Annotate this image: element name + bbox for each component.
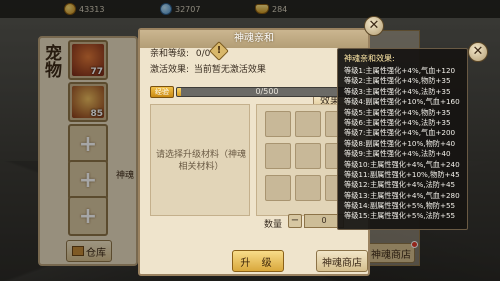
tooltip-line: 等级7:主属性强化+4%,气血+200: [344, 128, 456, 138]
tooltip-line: 等级10:主属性强化+4%,气血+240: [344, 159, 460, 169]
material-slot[interactable]: [265, 175, 291, 201]
material-slot[interactable]: [295, 143, 321, 169]
tooltip-line: 等级9:主属性强化+4%,法防+40: [344, 149, 451, 159]
tooltip-line: 等级2:主属性强化+4%,物防+35: [344, 76, 451, 86]
soul-shop-button[interactable]: 神魂商店: [316, 250, 368, 272]
exp-bar: 0/500: [176, 87, 358, 97]
material-select-area[interactable]: 请选择升级材料（神魂相关材料）: [150, 104, 250, 216]
tooltip-line: 等级11:副属性强化+10%,物防+45: [344, 169, 460, 179]
affinity-effects-tooltip: 神魂亲和效果: 等级1:主属性强化+4%,气血+120 等级2:主属性强化+4%,…: [337, 48, 468, 230]
affinity-value: 0/0: [195, 49, 211, 59]
warning-icon-glyph: !: [216, 45, 222, 56]
affinity-dialog: 神魂亲和 亲和等级: 0/0 ! 激活效果: 当前暂无激活效果 效果 经验 0/…: [138, 28, 370, 276]
tooltip-line: 等级13:主属性强化+4%,气血+280: [344, 190, 460, 200]
exp-label: 经验: [150, 86, 174, 98]
activation-value: 当前暂无激活效果: [193, 65, 266, 75]
tooltip-line: 等级8:副属性强化+10%,物防+40: [344, 138, 456, 148]
activation-row: 激活效果: 当前暂无激活效果: [150, 62, 266, 75]
material-slot[interactable]: [265, 111, 291, 137]
exp-progress: 经验 0/500: [150, 86, 358, 98]
tooltip-lines: 等级1:主属性强化+4%,气血+120 等级2:主属性强化+4%,物防+35 等级3…: [344, 66, 461, 222]
material-slot[interactable]: [265, 143, 291, 169]
tooltip-line: 等级6:主属性强化+4%,法防+35: [344, 117, 451, 127]
material-hint: 请选择升级材料（神魂相关材料）: [155, 150, 246, 172]
affinity-label: 亲和等级:: [150, 49, 190, 59]
exp-text: 0/500: [255, 87, 279, 96]
tooltip-title: 神魂亲和效果:: [344, 54, 395, 63]
close-tooltip-button[interactable]: ✕: [468, 42, 488, 62]
tooltip-line: 等级14:副属性强化+5%,物防+55: [344, 201, 456, 211]
tooltip-line: 等级15:主属性强化+5%,法防+55: [344, 211, 456, 221]
tooltip-line: 等级5:主属性强化+4%,物防+35: [344, 107, 451, 117]
tooltip-line: 等级1:主属性强化+4%,气血+120: [344, 66, 456, 75]
tooltip-line: 等级12:主属性强化+4%,法防+45: [344, 180, 456, 190]
quantity-label: 数量: [264, 220, 283, 230]
activation-label: 激活效果:: [150, 65, 190, 75]
tooltip-line: 等级4:副属性强化+10%,气血+160: [344, 97, 460, 107]
material-slot[interactable]: [295, 111, 321, 137]
material-slot[interactable]: [295, 175, 321, 201]
tooltip-line: 等级3:主属性强化+4%,法防+35: [344, 86, 451, 96]
close-dialog-button[interactable]: ✕: [364, 16, 384, 36]
quantity-minus-button[interactable]: −: [288, 214, 302, 228]
upgrade-button[interactable]: 升 级: [232, 250, 284, 272]
affinity-level-row: 亲和等级: 0/0: [150, 46, 210, 59]
